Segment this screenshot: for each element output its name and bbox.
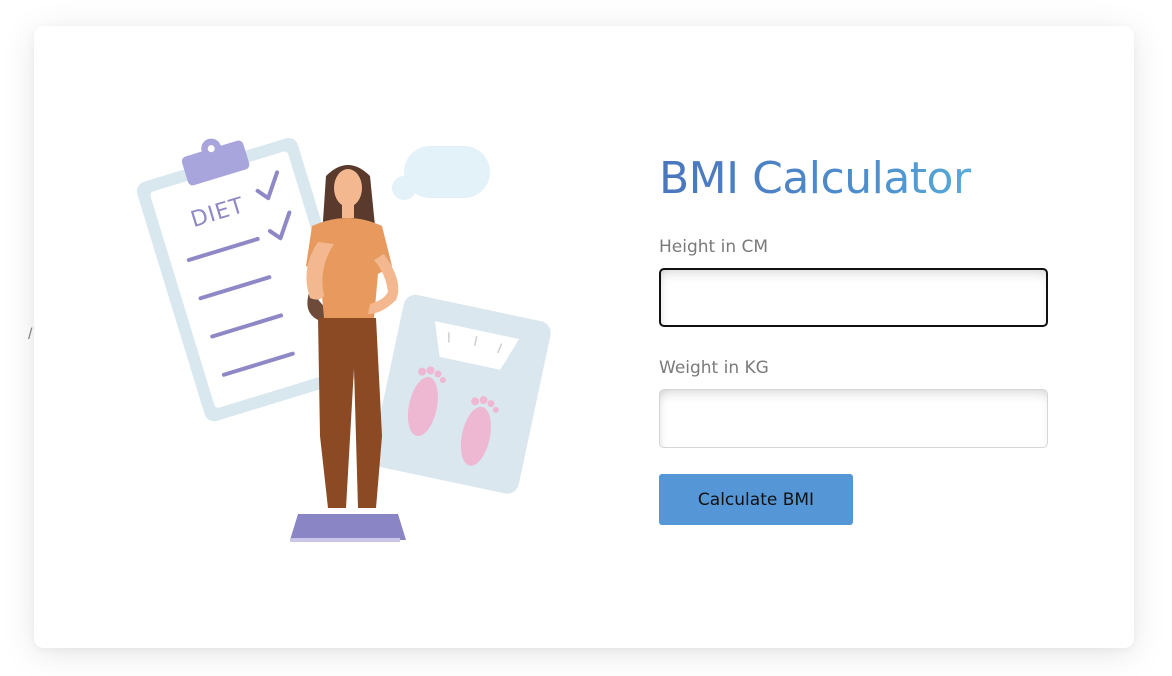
calculate-bmi-button[interactable]: Calculate BMI bbox=[659, 474, 853, 525]
cloud-shape bbox=[392, 146, 490, 200]
page-title: BMI Calculator bbox=[659, 150, 1048, 208]
stray-slash-text: / bbox=[28, 326, 33, 343]
bathroom-scale-shape bbox=[371, 294, 551, 494]
diet-woman-illustration: DIET bbox=[136, 138, 551, 542]
bmi-form: BMI Calculator Height in CM Weight in KG… bbox=[659, 150, 1048, 525]
weight-input[interactable] bbox=[659, 389, 1048, 448]
height-label: Height in CM bbox=[659, 237, 769, 257]
weight-label: Weight in KG bbox=[659, 358, 769, 378]
height-input[interactable] bbox=[659, 268, 1048, 327]
